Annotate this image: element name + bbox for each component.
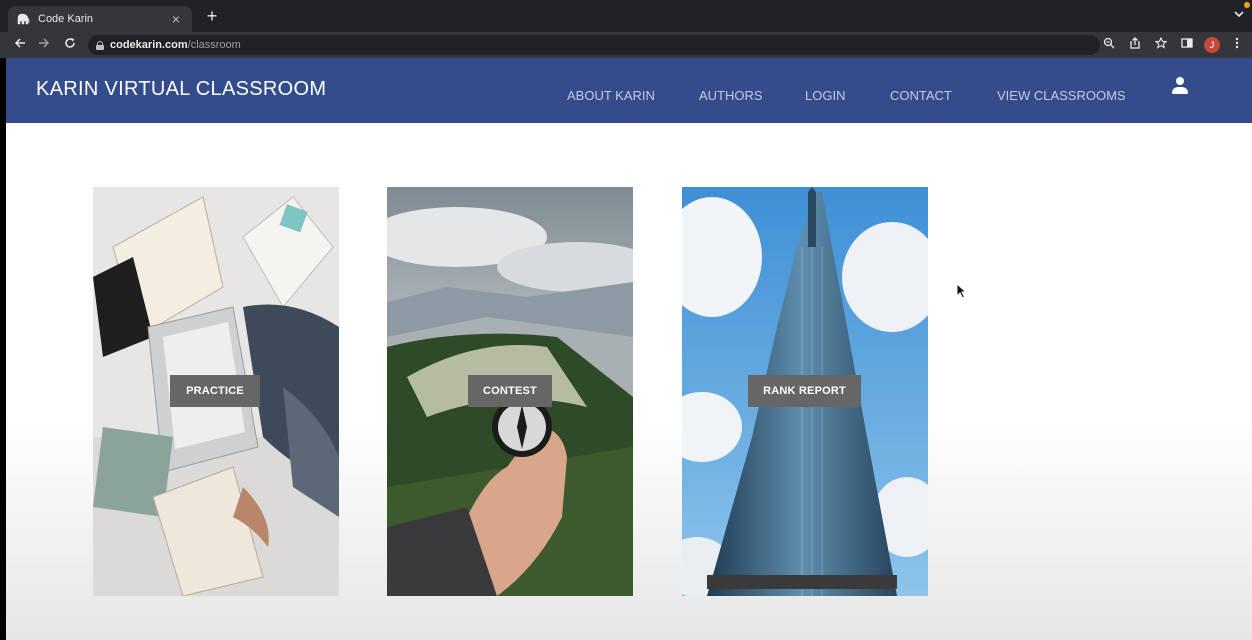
profile-avatar[interactable]: J [1204, 37, 1220, 53]
url-host: codekarin.com [110, 39, 188, 51]
tab-search-chevron-icon[interactable] [1234, 9, 1244, 21]
elephant-favicon-icon [16, 13, 30, 25]
side-panel-icon[interactable] [1178, 35, 1196, 55]
tab-close-icon[interactable]: × [168, 11, 184, 27]
rank-report-card[interactable]: RANK REPORT [682, 187, 928, 596]
bookmark-star-icon[interactable] [1152, 35, 1170, 55]
nav-login[interactable]: LOGIN [805, 88, 845, 103]
more-menu-icon[interactable] [1228, 35, 1246, 55]
back-arrow-icon[interactable] [10, 35, 30, 55]
contest-card[interactable]: CONTEST [387, 187, 633, 596]
new-tab-button[interactable]: + [202, 7, 222, 27]
nav-authors[interactable]: AUTHORS [699, 88, 763, 103]
browser-toolbar: codekarin.com/classroom J [0, 32, 1252, 58]
site-brand[interactable]: KARIN VIRTUAL CLASSROOM [36, 78, 326, 101]
browser-tab[interactable]: Code Karin × [8, 6, 192, 32]
practice-button[interactable]: PRACTICE [170, 375, 260, 407]
tab-title: Code Karin [38, 13, 94, 25]
nav-view-classrooms[interactable]: VIEW CLASSROOMS [997, 88, 1126, 103]
rank-report-button[interactable]: RANK REPORT [748, 375, 861, 407]
nav-about[interactable]: ABOUT KARIN [567, 88, 655, 103]
forward-arrow-icon[interactable] [34, 35, 54, 55]
user-icon[interactable] [1172, 77, 1188, 95]
browser-tab-bar: Code Karin × + [0, 0, 1252, 32]
reload-icon[interactable] [60, 35, 80, 55]
mouse-cursor-icon [956, 283, 968, 299]
url-path: /classroom [187, 39, 241, 51]
address-bar[interactable]: codekarin.com/classroom [88, 35, 1100, 55]
page-content: KARIN VIRTUAL CLASSROOM ABOUT KARIN AUTH… [6, 58, 1252, 640]
share-icon[interactable] [1126, 35, 1144, 55]
practice-card[interactable]: PRACTICE [93, 187, 339, 596]
site-navbar: KARIN VIRTUAL CLASSROOM ABOUT KARIN AUTH… [6, 58, 1252, 123]
contest-button[interactable]: CONTEST [468, 375, 552, 407]
update-dot-icon [1244, 2, 1250, 8]
nav-contact[interactable]: CONTACT [890, 88, 952, 103]
toolbar-actions: J [1100, 35, 1246, 55]
zoom-icon[interactable] [1100, 35, 1118, 55]
lock-icon [96, 40, 104, 50]
